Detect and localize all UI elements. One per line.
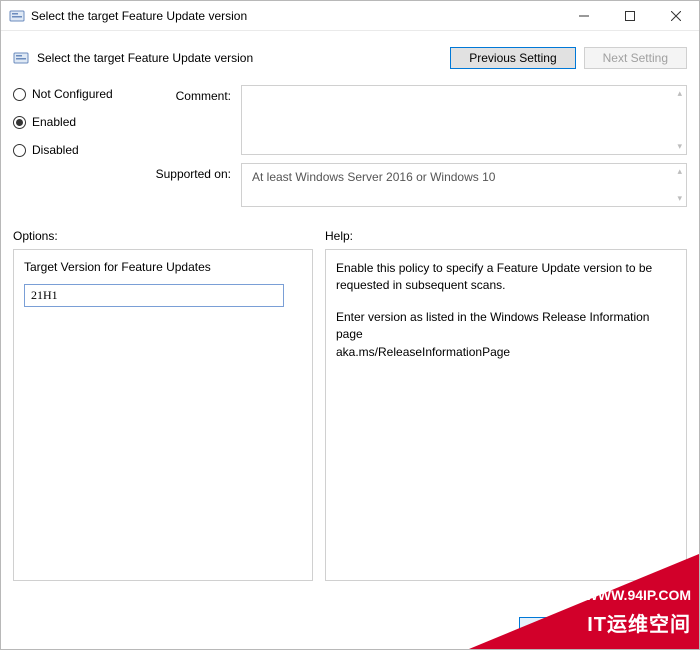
next-setting-button: Next Setting [584,47,687,69]
watermark-text: WWW.94IP.COM [585,587,691,603]
radio-icon [13,116,26,129]
options-pane: Target Version for Feature Updates [13,249,313,581]
close-button[interactable] [653,1,699,30]
target-version-label: Target Version for Feature Updates [24,260,302,274]
title-bar: Select the target Feature Update version [1,1,699,31]
header-row: Select the target Feature Update version… [1,31,699,75]
state-radio-group: Not Configured Enabled Disabled [13,85,133,207]
cancel-button[interactable]: Cancel [607,617,685,639]
config-area: Not Configured Enabled Disabled Comment:… [1,75,699,213]
target-version-input[interactable] [24,284,284,307]
scroll-up-icon: ▴ [677,166,682,177]
supported-label: Supported on: [151,163,241,181]
help-pane: Enable this policy to specify a Feature … [325,249,687,581]
policy-title: Select the target Feature Update version [37,51,450,65]
dialog-footer: OK Cancel [519,617,685,639]
radio-disabled[interactable]: Disabled [13,143,133,157]
radio-label: Disabled [32,143,79,157]
ok-button[interactable]: OK [519,617,597,639]
policy-icon [13,50,29,66]
minimize-button[interactable] [561,1,607,30]
help-paragraph: Enter version as listed in the Windows R… [336,309,676,361]
help-paragraph: Enable this policy to specify a Feature … [336,260,676,295]
previous-setting-button[interactable]: Previous Setting [450,47,575,69]
scroll-down-icon: ▾ [677,193,682,204]
options-heading: Options: [13,229,313,243]
group-policy-icon [9,8,25,24]
comment-label: Comment: [151,85,241,103]
radio-enabled[interactable]: Enabled [13,115,133,129]
radio-icon [13,144,26,157]
scroll-up-icon: ▴ [677,88,682,99]
radio-icon [13,88,26,101]
maximize-button[interactable] [607,1,653,30]
radio-label: Not Configured [32,87,113,101]
comment-textarea[interactable]: ▴ ▾ [241,85,687,155]
window-title: Select the target Feature Update version [31,9,561,23]
scroll-down-icon: ▾ [677,141,682,152]
radio-label: Enabled [32,115,76,129]
help-heading: Help: [325,229,687,243]
supported-on-value: At least Windows Server 2016 or Windows … [252,170,495,184]
radio-not-configured[interactable]: Not Configured [13,87,133,101]
supported-on-box: At least Windows Server 2016 or Windows … [241,163,687,207]
